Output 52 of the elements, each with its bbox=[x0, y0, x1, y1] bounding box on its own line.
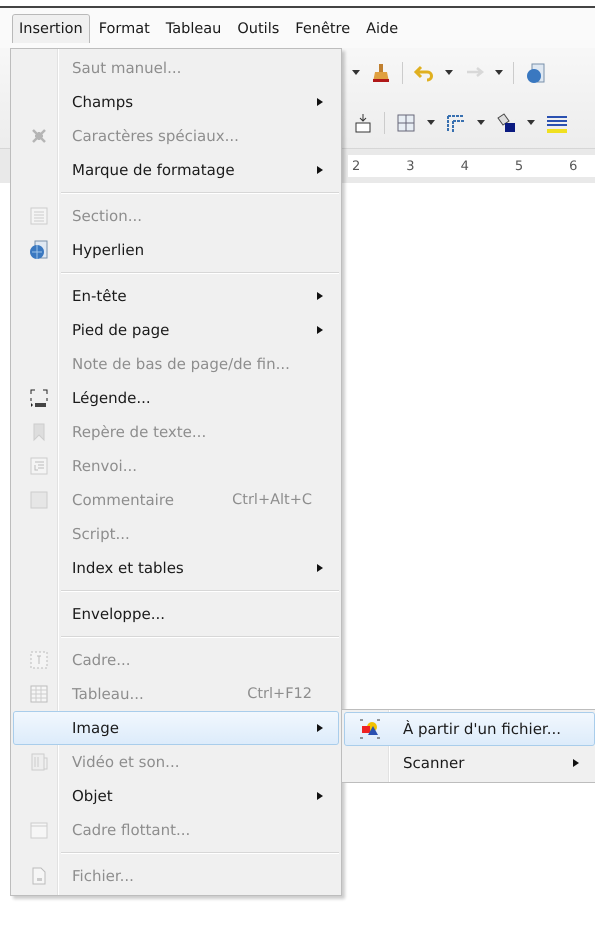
globe-document-icon bbox=[29, 240, 49, 260]
menu-item[interactable]: Scanner bbox=[344, 746, 595, 780]
insert-image-icon bbox=[359, 719, 381, 739]
submenu-arrow-icon bbox=[316, 97, 324, 107]
ruler-number: 6 bbox=[569, 158, 578, 174]
menu-item[interactable]: Légende... bbox=[13, 381, 339, 415]
fill-color-icon[interactable] bbox=[495, 112, 517, 134]
globe-document-icon[interactable] bbox=[524, 62, 546, 84]
caption-icon bbox=[29, 388, 49, 408]
submenu-arrow-icon bbox=[316, 723, 324, 733]
submenu-arrow-icon bbox=[316, 563, 324, 573]
dropdown-arrow-icon[interactable] bbox=[495, 70, 503, 76]
table-icon bbox=[29, 684, 49, 704]
ruler-number: 2 bbox=[352, 158, 360, 174]
ruler-number: 5 bbox=[514, 158, 524, 174]
menu-item[interactable]: Champs bbox=[13, 85, 339, 119]
dropdown-arrow-icon[interactable] bbox=[527, 120, 535, 126]
dropdown-arrow-icon[interactable] bbox=[445, 70, 453, 76]
menu-bar-item[interactable]: Fenêtre bbox=[288, 14, 358, 42]
comment-icon bbox=[29, 490, 49, 510]
menu-bar-item[interactable]: Insertion bbox=[12, 14, 90, 42]
dropdown-arrow-icon[interactable] bbox=[477, 120, 485, 126]
menu-item[interactable]: Index et tables bbox=[13, 551, 339, 585]
submenu-arrow-icon bbox=[316, 291, 324, 301]
submenu-arrow-icon bbox=[572, 758, 580, 768]
menu-item[interactable]: À partir d'un fichier... bbox=[344, 712, 595, 746]
submenu-arrow-icon bbox=[316, 791, 324, 801]
menu-bar-item[interactable]: Outils bbox=[230, 14, 286, 42]
menu-item[interactable]: Image bbox=[13, 711, 339, 745]
frame-icon bbox=[29, 650, 49, 670]
cross-reference-icon bbox=[29, 456, 49, 476]
menu-bar-item[interactable]: Tableau bbox=[158, 14, 228, 42]
menu-item[interactable]: Marque de formatage bbox=[13, 153, 339, 187]
floating-frame-icon bbox=[29, 820, 49, 840]
paintbrush-icon[interactable] bbox=[370, 62, 392, 84]
film-icon bbox=[29, 752, 49, 772]
dropdown-arrow-icon[interactable] bbox=[427, 120, 435, 126]
menu-item[interactable]: Hyperlien bbox=[13, 233, 339, 267]
table-icon[interactable] bbox=[395, 112, 417, 134]
submenu-arrow-icon bbox=[316, 325, 324, 335]
dropdown-arrow-icon[interactable] bbox=[352, 70, 360, 76]
columns-icon[interactable] bbox=[445, 112, 467, 134]
ruler-number: 3 bbox=[406, 158, 415, 174]
ruler-number: 4 bbox=[460, 158, 469, 174]
menu-item[interactable]: Enveloppe... bbox=[13, 597, 339, 631]
menu-item[interactable]: Pied de page bbox=[13, 313, 339, 347]
menu-bar-item[interactable]: Format bbox=[92, 14, 157, 42]
menu-item[interactable]: Objet bbox=[13, 779, 339, 813]
menu-item[interactable]: En-tête bbox=[13, 279, 339, 313]
submenu-arrow-icon bbox=[316, 165, 324, 175]
menu-bar-item[interactable]: Aide bbox=[359, 14, 406, 42]
section-icon bbox=[29, 206, 49, 226]
